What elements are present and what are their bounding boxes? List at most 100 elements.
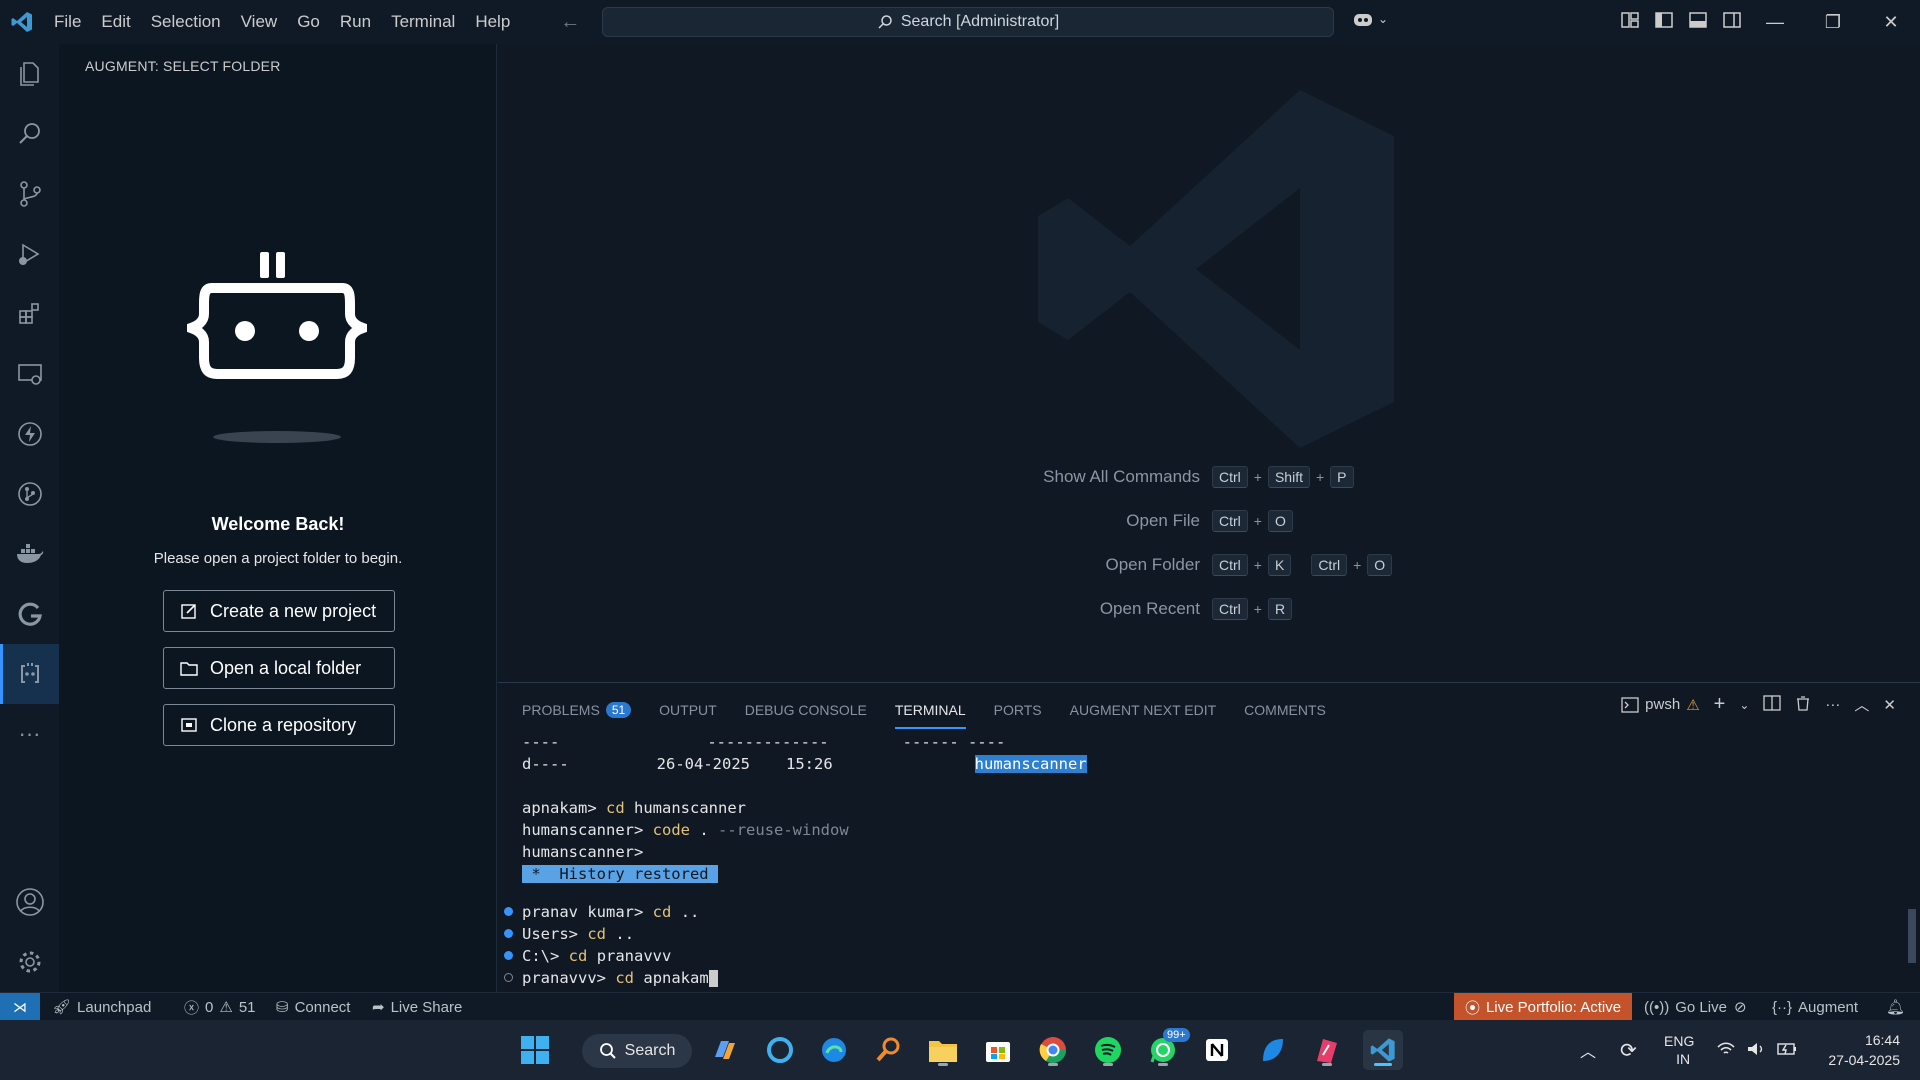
open-local-folder-button[interactable]: Open a local folder <box>163 647 395 689</box>
vscode-taskbar-icon[interactable] <box>1363 1030 1403 1070</box>
spotify-icon[interactable] <box>1088 1030 1128 1070</box>
terminal-output[interactable]: ---- ------------- ------ ---- d---- 26-04-… <box>498 731 1898 987</box>
command-center-search[interactable]: Search [Administrator] <box>602 7 1334 37</box>
account-icon[interactable] <box>0 872 59 932</box>
customize-layout-icon[interactable] <box>1620 10 1640 30</box>
menu-file[interactable]: File <box>44 0 91 44</box>
run-debug-icon[interactable] <box>0 224 59 284</box>
launchpad-item[interactable]: 🚀︎ Launchpad <box>52 993 151 1021</box>
editor-empty-area[interactable]: Show All Commands Ctrl + Shift + P Open … <box>498 44 1920 682</box>
menu-go[interactable]: Go <box>287 0 330 44</box>
search-icon[interactable] <box>0 104 59 164</box>
go-live-item[interactable]: ((•)) Go Live <box>1644 993 1727 1021</box>
quick-settings[interactable] <box>1716 1020 1798 1080</box>
terminal-scrollbar[interactable] <box>1908 909 1916 963</box>
command-decoration-icon[interactable] <box>504 951 513 960</box>
menu-help[interactable]: Help <box>465 0 520 44</box>
key-plus: + <box>1253 601 1262 617</box>
command-decoration-icon[interactable] <box>504 907 513 916</box>
blue-app-icon[interactable] <box>1252 1030 1292 1070</box>
taskbar-search[interactable]: Search <box>582 1034 692 1068</box>
source-control-icon[interactable] <box>0 164 59 224</box>
copilot-app-icon[interactable] <box>704 1030 744 1070</box>
cortana-icon[interactable] <box>760 1030 800 1070</box>
tab-terminal[interactable]: TERMINAL <box>894 697 966 729</box>
toggle-secondary-sidebar-icon[interactable] <box>1722 10 1742 30</box>
warning-icon: ⚠ <box>219 999 233 1016</box>
augment-icon[interactable] <box>0 644 59 704</box>
create-new-project-button[interactable]: Create a new project <box>163 590 395 632</box>
menu-edit[interactable]: Edit <box>91 0 140 44</box>
notifications-muted-icon[interactable]: ⊘ <box>1734 993 1747 1021</box>
menu-terminal[interactable]: Terminal <box>381 0 465 44</box>
terminal-line: pranav kumar> cd .. <box>522 903 700 921</box>
menu-run[interactable]: Run <box>330 0 381 44</box>
language-indicator[interactable]: ENG IN <box>1664 1020 1694 1080</box>
show-hidden-icons[interactable]: ︿ <box>1580 1020 1596 1080</box>
more-actions-icon[interactable]: ··· <box>1825 696 1840 713</box>
notion-icon[interactable] <box>1197 1030 1237 1070</box>
back-arrow-icon[interactable]: ← <box>560 11 580 34</box>
lightning-icon[interactable] <box>0 404 59 464</box>
chevron-down-icon[interactable]: ⌄ <box>1739 698 1749 712</box>
bell-icon[interactable]: 🔔︎ <box>1886 993 1905 1021</box>
git-graph-icon[interactable] <box>0 464 59 524</box>
tab-ports[interactable]: PORTS <box>994 697 1042 723</box>
clone-repository-button[interactable]: Clone a repository <box>163 704 395 746</box>
clock[interactable]: 16:44 27-04-2025 <box>1818 1020 1900 1080</box>
tab-problems[interactable]: PROBLEMS 51 <box>522 697 632 723</box>
more-icon[interactable]: ··· <box>0 704 59 764</box>
close-icon[interactable]: ✕ <box>1862 0 1920 44</box>
copilot-button[interactable]: ⌄ <box>1352 10 1388 28</box>
menu-view[interactable]: View <box>231 0 288 44</box>
new-terminal-icon[interactable]: + <box>1714 693 1726 716</box>
close-panel-icon[interactable]: ✕ <box>1883 696 1896 714</box>
tab-augment-next-edit[interactable]: AUGMENT NEXT EDIT <box>1070 697 1217 723</box>
volume-icon <box>1746 1041 1766 1060</box>
settings-gear-icon[interactable] <box>0 932 59 992</box>
gitlens-icon[interactable] <box>0 584 59 644</box>
shortcut-open-folder: Open Folder <box>1105 555 1201 574</box>
live-share-item[interactable]: ➦ Live Share <box>372 993 462 1021</box>
toggle-primary-sidebar-icon[interactable] <box>1654 10 1674 30</box>
split-terminal-icon[interactable] <box>1763 694 1782 715</box>
terminal-shell-selector[interactable]: pwsh ⚠ <box>1621 696 1700 714</box>
broadcast-icon: ((•)) <box>1644 998 1670 1016</box>
remote-explorer-icon[interactable] <box>0 344 59 404</box>
error-count: 0 <box>205 998 214 1016</box>
menu-selection[interactable]: Selection <box>141 0 231 44</box>
minimize-icon[interactable]: — <box>1746 0 1804 44</box>
chrome-icon[interactable] <box>1033 1030 1073 1070</box>
sidebar-title: AUGMENT: SELECT FOLDER <box>85 58 281 74</box>
restore-icon[interactable]: ❐ <box>1804 0 1862 44</box>
edge-icon[interactable] <box>814 1030 854 1070</box>
toggle-panel-icon[interactable] <box>1688 10 1708 30</box>
terminal-prompt-line[interactable]: pranavvv> cd apnakam <box>522 967 718 989</box>
tab-comments[interactable]: COMMENTS <box>1244 697 1326 723</box>
remote-indicator-icon[interactable]: ⋊ <box>0 993 40 1021</box>
maximize-panel-icon[interactable]: ︿ <box>1854 694 1869 715</box>
activity-bar: ··· <box>0 44 59 992</box>
explorer-icon[interactable] <box>0 44 59 104</box>
live-portfolio-status[interactable]: ⦿ Live Portfolio: Active <box>1454 993 1632 1021</box>
magnifier-app-icon[interactable] <box>868 1030 908 1070</box>
problems-status[interactable]: ⓧ 0 ⚠ 51 <box>184 993 256 1021</box>
sync-icon[interactable]: ⟳ <box>1620 1020 1637 1080</box>
microsoft-store-icon[interactable] <box>978 1030 1018 1070</box>
tab-debug-console[interactable]: DEBUG CONSOLE <box>745 697 867 723</box>
trash-icon[interactable] <box>1795 695 1811 715</box>
whatsapp-icon[interactable]: 99+ <box>1143 1028 1190 1070</box>
extensions-icon[interactable] <box>0 284 59 344</box>
terminal-line: humanscanner> <box>522 843 644 861</box>
windows-start-icon[interactable] <box>515 1030 555 1070</box>
command-decoration-icon[interactable] <box>504 973 513 982</box>
key-ctrl: Ctrl <box>1311 554 1348 576</box>
command-decoration-icon[interactable] <box>504 929 513 938</box>
tab-output[interactable]: OUTPUT <box>659 697 717 723</box>
pdf-app-icon[interactable] <box>1307 1030 1347 1070</box>
file-explorer-icon[interactable] <box>923 1030 963 1070</box>
key-ctrl: Ctrl <box>1212 466 1248 488</box>
connect-item[interactable]: ⛁ Connect <box>276 993 350 1021</box>
augment-status-item[interactable]: {··} Augment <box>1772 993 1858 1021</box>
docker-icon[interactable] <box>0 524 59 584</box>
